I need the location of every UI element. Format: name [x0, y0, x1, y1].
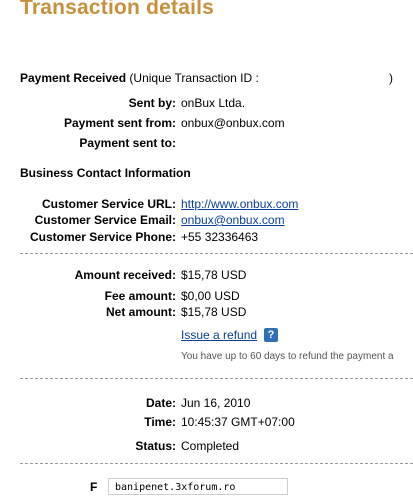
- sent-by-value: onBux Ltda.: [181, 96, 246, 110]
- page-title: Transaction details: [20, 0, 215, 19]
- sent-to-row: Payment sent to:: [0, 136, 413, 151]
- fee-amount-label: Fee amount:: [104, 289, 176, 303]
- payment-received-label: Payment Received: [20, 71, 127, 85]
- payment-received-line: Payment Received (Unique Transaction ID …: [20, 71, 259, 85]
- customer-service-url-link[interactable]: http://www.onbux.com: [181, 197, 298, 211]
- net-amount-label: Net amount:: [106, 305, 176, 319]
- net-amount-value: $15,78 USD: [181, 305, 247, 319]
- customer-service-email-label: Customer Service Email:: [34, 213, 176, 227]
- time-value: 10:45:37 GMT+07:00: [181, 415, 295, 429]
- amount-received-row: Amount received: $15,78 USD: [0, 268, 413, 283]
- section-divider: [20, 463, 413, 464]
- refund-note: You have up to 60 days to refund the pay…: [181, 351, 394, 362]
- net-amount-row: Net amount: $15,78 USD: [0, 305, 413, 320]
- time-row: Time: 10:45:37 GMT+07:00: [0, 415, 413, 430]
- customer-service-email-link[interactable]: onbux@onbux.com: [181, 213, 285, 227]
- business-contact-heading: Business Contact Information: [20, 166, 191, 180]
- issue-refund-link[interactable]: Issue a refund: [181, 328, 257, 342]
- customer-service-phone-label: Customer Service Phone:: [29, 230, 176, 244]
- status-row: Status: Completed: [0, 439, 413, 454]
- customer-service-email-row: Customer Service Email: onbux@onbux.com: [0, 213, 413, 228]
- truncated-text: F: [90, 480, 98, 494]
- customer-service-url-row: Customer Service URL: http://www.onbux.c…: [0, 197, 413, 212]
- sent-to-label: Payment sent to:: [79, 136, 176, 150]
- time-label: Time:: [144, 415, 176, 429]
- date-row: Date: Jun 16, 2010: [0, 396, 413, 411]
- section-divider: [20, 253, 413, 254]
- status-label: Status:: [135, 439, 176, 453]
- date-value: Jun 16, 2010: [181, 396, 251, 410]
- customer-service-url-label: Customer Service URL:: [41, 197, 176, 211]
- fee-amount-row: Fee amount: $0,00 USD: [0, 289, 413, 304]
- section-divider: [20, 378, 413, 379]
- sent-from-row: Payment sent from: onbux@onbux.com: [0, 116, 413, 131]
- transaction-id-suffix: ): [389, 71, 393, 85]
- sent-by-row: Sent by: onBux Ltda.: [0, 96, 413, 111]
- fee-amount-value: $0,00 USD: [181, 289, 240, 303]
- amount-received-value: $15,78 USD: [181, 268, 247, 282]
- customer-service-phone-value: +55 32336463: [181, 230, 259, 244]
- transaction-id-prefix: (Unique Transaction ID :: [129, 71, 259, 85]
- watermark-label: banipenet.3xforum.ro: [108, 478, 288, 495]
- status-value: Completed: [181, 439, 240, 453]
- sent-by-label: Sent by:: [128, 96, 176, 110]
- customer-service-phone-row: Customer Service Phone: +55 32336463: [0, 230, 413, 245]
- help-icon[interactable]: ?: [264, 328, 278, 342]
- amount-received-label: Amount received:: [74, 268, 176, 282]
- sent-from-label: Payment sent from:: [63, 116, 176, 130]
- sent-from-value: onbux@onbux.com: [181, 116, 285, 130]
- date-label: Date:: [145, 396, 176, 410]
